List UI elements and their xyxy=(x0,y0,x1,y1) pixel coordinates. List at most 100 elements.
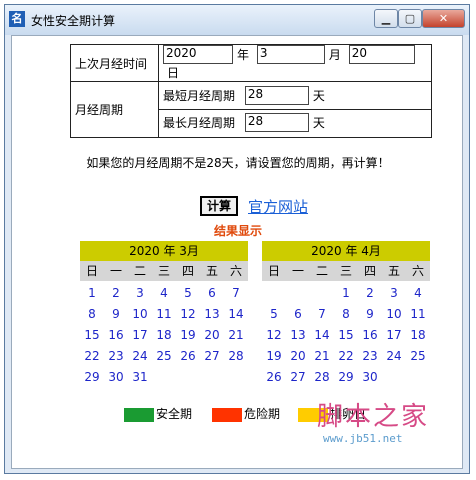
longest-cycle-unit: 天 xyxy=(312,116,325,130)
calendar-day: 14 xyxy=(228,307,244,321)
calendar-day: 7 xyxy=(232,286,240,300)
calendar-day: 12 xyxy=(266,328,282,342)
calendar-day: 29 xyxy=(338,370,354,384)
calendar-day: 10 xyxy=(132,307,148,321)
calculate-button[interactable]: 计算 xyxy=(200,196,238,216)
calendar-day: 3 xyxy=(136,286,144,300)
calendar-day: 19 xyxy=(266,349,282,363)
day-unit: 日 xyxy=(167,66,180,80)
legend-safe-swatch xyxy=(124,407,154,422)
calendar-day: 1 xyxy=(88,286,96,300)
weekday-tue: 二 xyxy=(133,264,146,278)
title-bar[interactable]: 名 女性安全期计算 ▁ ▢ ✕ xyxy=(5,5,469,35)
weekday-sun: 日 xyxy=(85,264,98,278)
calendar-day: 16 xyxy=(108,328,124,342)
calendar-day: 17 xyxy=(386,328,402,342)
calendar-day: 20 xyxy=(204,328,220,342)
cycle-label: 月经周期 xyxy=(70,81,159,138)
month-input[interactable]: 3 xyxy=(256,45,325,64)
legend-danger-swatch xyxy=(212,407,242,422)
calendar-day: 23 xyxy=(108,349,124,363)
weekday-wed: 三 xyxy=(157,264,170,278)
calendar-march: 2020 年 3月 日 一 二 三 四 五 六 1 2 3 4 5 6 7 8 9 10 11 12 1… xyxy=(80,241,248,388)
weekday-header: 日 一 二 三 四 五 六 xyxy=(262,261,430,281)
weekday-sun: 日 xyxy=(267,264,280,278)
minimize-button[interactable]: ▁ xyxy=(374,9,398,28)
calendar-day: 25 xyxy=(156,349,172,363)
weekday-mon: 一 xyxy=(109,264,122,278)
calendar-day: 4 xyxy=(414,286,422,300)
watermark-url: www.jb51.net xyxy=(323,432,403,445)
weekday-tue: 二 xyxy=(315,264,328,278)
weekday-mon: 一 xyxy=(291,264,304,278)
calendar-day: 25 xyxy=(410,349,426,363)
calendar-day: 8 xyxy=(88,307,96,321)
calendar-title: 2020 年 4月 xyxy=(262,241,430,261)
day-grid: 1 2 3 4 5 6 7 8 9 10 11 12 13 14 15 16 17 18 19 20 21 22 23 24 2… xyxy=(262,281,430,388)
calendar-day: 19 xyxy=(180,328,196,342)
calendar-day: 14 xyxy=(314,328,330,342)
calendar-day: 5 xyxy=(270,307,278,321)
year-input[interactable]: 2020 xyxy=(163,45,233,64)
weekday-fri: 五 xyxy=(205,264,218,278)
official-website-link[interactable]: 官方网站 xyxy=(248,196,308,217)
shortest-cycle-label: 最短月经周期 xyxy=(163,89,236,103)
calendar-day: 2 xyxy=(366,286,374,300)
window-title: 女性安全期计算 xyxy=(31,14,116,28)
calendar-day: 28 xyxy=(228,349,244,363)
calendar-day: 30 xyxy=(362,370,378,384)
weekday-wed: 三 xyxy=(339,264,352,278)
calendar-day: 12 xyxy=(180,307,196,321)
longest-cycle-input[interactable]: 28 xyxy=(244,113,309,132)
maximize-button[interactable]: ▢ xyxy=(398,9,422,28)
calendar-day: 11 xyxy=(410,307,426,321)
calendar-day: 23 xyxy=(362,349,378,363)
watermark: 脚本之家 www.jb51.net xyxy=(317,396,457,456)
close-button[interactable]: ✕ xyxy=(422,9,465,28)
empty-day-cell xyxy=(310,283,334,304)
calendar-day: 29 xyxy=(84,370,100,384)
calendar-day: 3 xyxy=(390,286,398,300)
shortest-cycle-unit: 天 xyxy=(312,89,325,103)
app-icon: 名 xyxy=(9,11,25,27)
calendar-day: 24 xyxy=(132,349,148,363)
calendar-day: 22 xyxy=(338,349,354,363)
calendar-day: 22 xyxy=(84,349,100,363)
calendar-day: 13 xyxy=(290,328,306,342)
calendar-day: 27 xyxy=(204,349,220,363)
calendar-day: 9 xyxy=(112,307,120,321)
month-unit: 月 xyxy=(328,48,341,62)
calendar-day: 21 xyxy=(228,328,244,342)
calendar-day: 18 xyxy=(156,328,172,342)
watermark-text: 脚本之家 xyxy=(317,402,430,432)
year-unit: 年 xyxy=(237,48,250,62)
calendar-day: 9 xyxy=(366,307,374,321)
result-title: 结果显示 xyxy=(213,224,262,238)
day-input[interactable]: 20 xyxy=(348,45,415,64)
legend-safe: 安全期 xyxy=(124,406,192,422)
app-window: 名 女性安全期计算 ▁ ▢ ✕ 上次月经时间 2020 年 3月 20日 月经周期… xyxy=(4,4,470,474)
weekday-sat: 六 xyxy=(411,264,424,278)
calendar-day: 28 xyxy=(314,370,330,384)
weekday-fri: 五 xyxy=(387,264,400,278)
calendar-day: 27 xyxy=(290,370,306,384)
calendar-title: 2020 年 3月 xyxy=(80,241,248,261)
calendar-day: 4 xyxy=(160,286,168,300)
calendar-day: 15 xyxy=(338,328,354,342)
calendar-day: 2 xyxy=(112,286,120,300)
calendar-day: 26 xyxy=(266,370,282,384)
calendar-day: 10 xyxy=(386,307,402,321)
calendar-day: 15 xyxy=(84,328,100,342)
legend-danger: 危险期 xyxy=(212,406,280,422)
calendar-day: 18 xyxy=(410,328,426,342)
calendar-day: 20 xyxy=(290,349,306,363)
calendar-day: 30 xyxy=(108,370,124,384)
shortest-cycle-input[interactable]: 28 xyxy=(244,86,309,105)
input-form: 上次月经时间 2020 年 3月 20 日 月经周期 最短月经周期 28 天 最长月经… xyxy=(70,44,432,138)
last-period-label: 上次月经时间 xyxy=(70,44,159,82)
legend-safe-label: 安全期 xyxy=(156,407,193,421)
calendar-day: 6 xyxy=(208,286,216,300)
calendar-day: 1 xyxy=(342,286,350,300)
calendar-day: 17 xyxy=(132,328,148,342)
calendar-day: 16 xyxy=(362,328,378,342)
